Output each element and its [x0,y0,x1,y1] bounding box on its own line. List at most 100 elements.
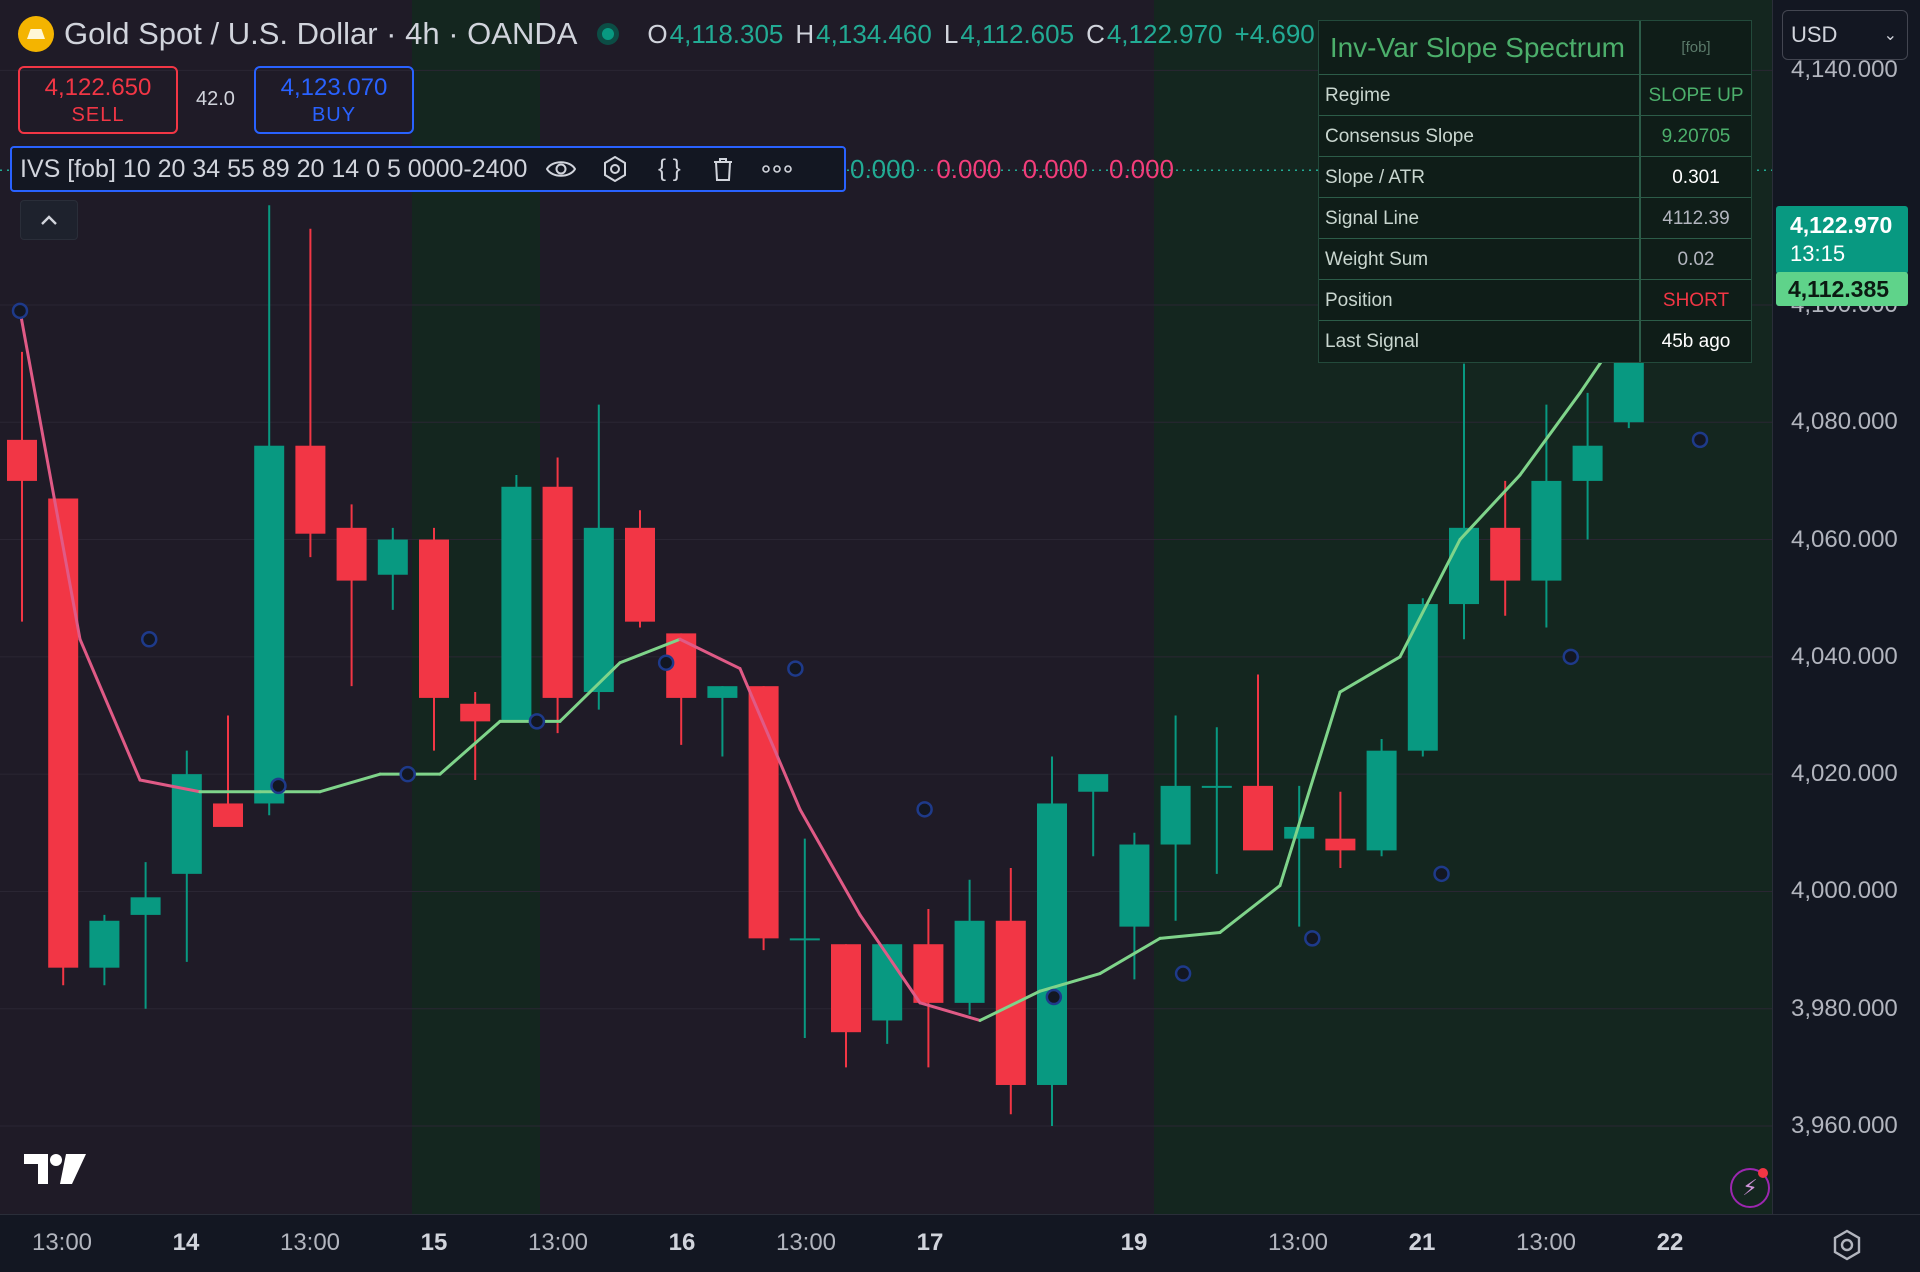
candle-body [377,539,408,575]
time-tick-label: 13:00 [1267,1229,1329,1256]
candle-body [789,938,820,941]
table-value: 45b ago [1661,331,1731,352]
table-key: Slope / ATR [1319,157,1641,197]
candle-body [501,486,532,722]
source-code-icon[interactable]: { } [649,149,689,189]
settings-icon[interactable] [595,149,635,189]
candle-body [1037,803,1067,1085]
candle-body [1201,785,1232,788]
ohlc-close-value: 4,122.970 [1106,18,1223,49]
indicator-value-3: 0.000 [1022,154,1088,184]
tradingview-logo[interactable] [22,1152,88,1186]
table-key: Position [1319,280,1641,320]
candle-body [336,527,367,581]
ohlc-high-label: H [795,18,815,49]
candle-body [419,539,449,698]
gear-icon[interactable] [1830,1228,1864,1262]
signal-marker [11,302,29,320]
eye-icon[interactable] [541,149,581,189]
signal-marker [1045,988,1063,1006]
price-tick-label: 4,080.000 [1791,408,1898,436]
buy-button[interactable]: 4,123.070 BUY [254,66,414,134]
signal-marker [916,801,933,818]
ohlc-low-value: 4,112.605 [960,18,1075,49]
time-tick-label: 15 [420,1229,448,1256]
table-row-signal-line: Signal Line 4112.39 [1319,198,1751,239]
price-tick-label: 3,980.000 [1791,994,1898,1022]
price-tick-label: 4,140.000 [1791,56,1898,84]
candle-body [707,686,738,698]
table-tag: [fob] [1681,39,1711,56]
table-key: Weight Sum [1319,239,1641,279]
time-axis[interactable]: 13:00 14 13:00 15 13:00 16 13:00 17 19 13:00 21 13:… [0,1214,1920,1272]
last-price-badge: 4,122.970 13:15 [1776,206,1908,274]
signal-marker [657,654,675,671]
time-tick-label: 13:00 [775,1229,837,1256]
more-options-icon[interactable] [757,149,797,189]
candle-body [1078,774,1109,792]
table-key: Signal Line [1319,198,1641,238]
table-value: 0.301 [1672,167,1720,188]
ohlc-open-label: O [647,18,668,49]
table-key: Last Signal [1319,321,1641,362]
candle-body [1366,750,1397,851]
table-row-consensus-slope: Consensus Slope 9.20705 [1319,116,1751,157]
candle-body [213,803,243,827]
ohlc-low-label: L [943,18,959,49]
indicator-value-2: 0.000 [936,154,1002,184]
candle-body [130,897,161,915]
table-value: SLOPE UP [1648,85,1744,106]
candle-body [995,920,1026,1085]
time-tick-label: 13:00 [1515,1229,1577,1256]
buy-price: 4,123.070 [280,74,388,101]
indicator-legend[interactable]: IVS [fob] 10 20 34 55 89 20 14 0 5 0000-… [10,146,846,192]
indicator-values: 0.000 0.000 0.000 0.000 [850,154,1188,185]
time-tick-label: 16 [668,1229,696,1256]
signal-line-segment [318,772,382,794]
signal-marker [787,660,804,677]
signal-marker [1691,431,1709,449]
time-tick-label: 13:00 [31,1229,93,1256]
candle-body [1243,785,1273,851]
candle-body [583,527,614,693]
candle-body [1449,527,1479,605]
collapse-legend-button[interactable] [20,200,78,240]
signal-marker [270,777,287,795]
table-value: 9.20705 [1661,126,1731,147]
signal-marker [140,631,158,648]
sell-button[interactable]: 4,122.650 SELL [18,66,178,134]
signal-marker [528,713,546,730]
table-row-weight-sum: Weight Sum 0.02 [1319,239,1751,280]
currency-value: USD [1791,22,1838,47]
ohlc-close-label: C [1086,18,1105,49]
candle-body [89,920,120,968]
candle-body [7,439,37,481]
table-title: Inv-Var Slope Spectrum [1319,21,1641,74]
time-tick-label: 19 [1120,1229,1148,1256]
indicator-info-table: Inv-Var Slope Spectrum [fob] Regime SLOP… [1318,20,1752,363]
table-row-position: Position SHORT [1319,280,1751,321]
signal-price-badge: 4,112.385 [1776,272,1908,306]
signal-marker [399,765,416,783]
bar-countdown: 13:15 [1790,241,1846,266]
signal-marker [1174,965,1192,982]
symbol-title[interactable]: Gold Spot / U.S. Dollar · 4h · OANDA [64,16,577,52]
symbol-header[interactable]: Gold Spot / U.S. Dollar · 4h · OANDA O 4… [18,12,1426,56]
last-price: 4,122.970 [1790,212,1893,238]
signal-marker [1304,930,1321,947]
signal-line-segment [78,637,142,782]
table-row-regime: Regime SLOPE UP [1319,75,1751,116]
table-key: Regime [1319,75,1641,115]
currency-select[interactable]: USD ⌄ [1782,10,1908,60]
ohlc-open-value: 4,118.305 [669,18,784,49]
table-value: 0.02 [1677,249,1715,270]
price-axis[interactable]: 4,140.0004,100.0004,080.0004,060.0004,04… [1772,0,1920,1214]
time-tick-label: 13:00 [279,1229,341,1256]
indicator-name[interactable]: IVS [fob] 10 20 34 55 89 20 14 0 5 0000-… [20,155,527,184]
trash-icon[interactable] [703,149,743,189]
gold-symbol-icon [18,16,54,52]
table-key: Consensus Slope [1319,116,1641,156]
chevron-down-icon: ⌄ [1883,27,1897,44]
signal-marker [1562,648,1580,666]
spread-value: 42.0 [196,88,235,110]
